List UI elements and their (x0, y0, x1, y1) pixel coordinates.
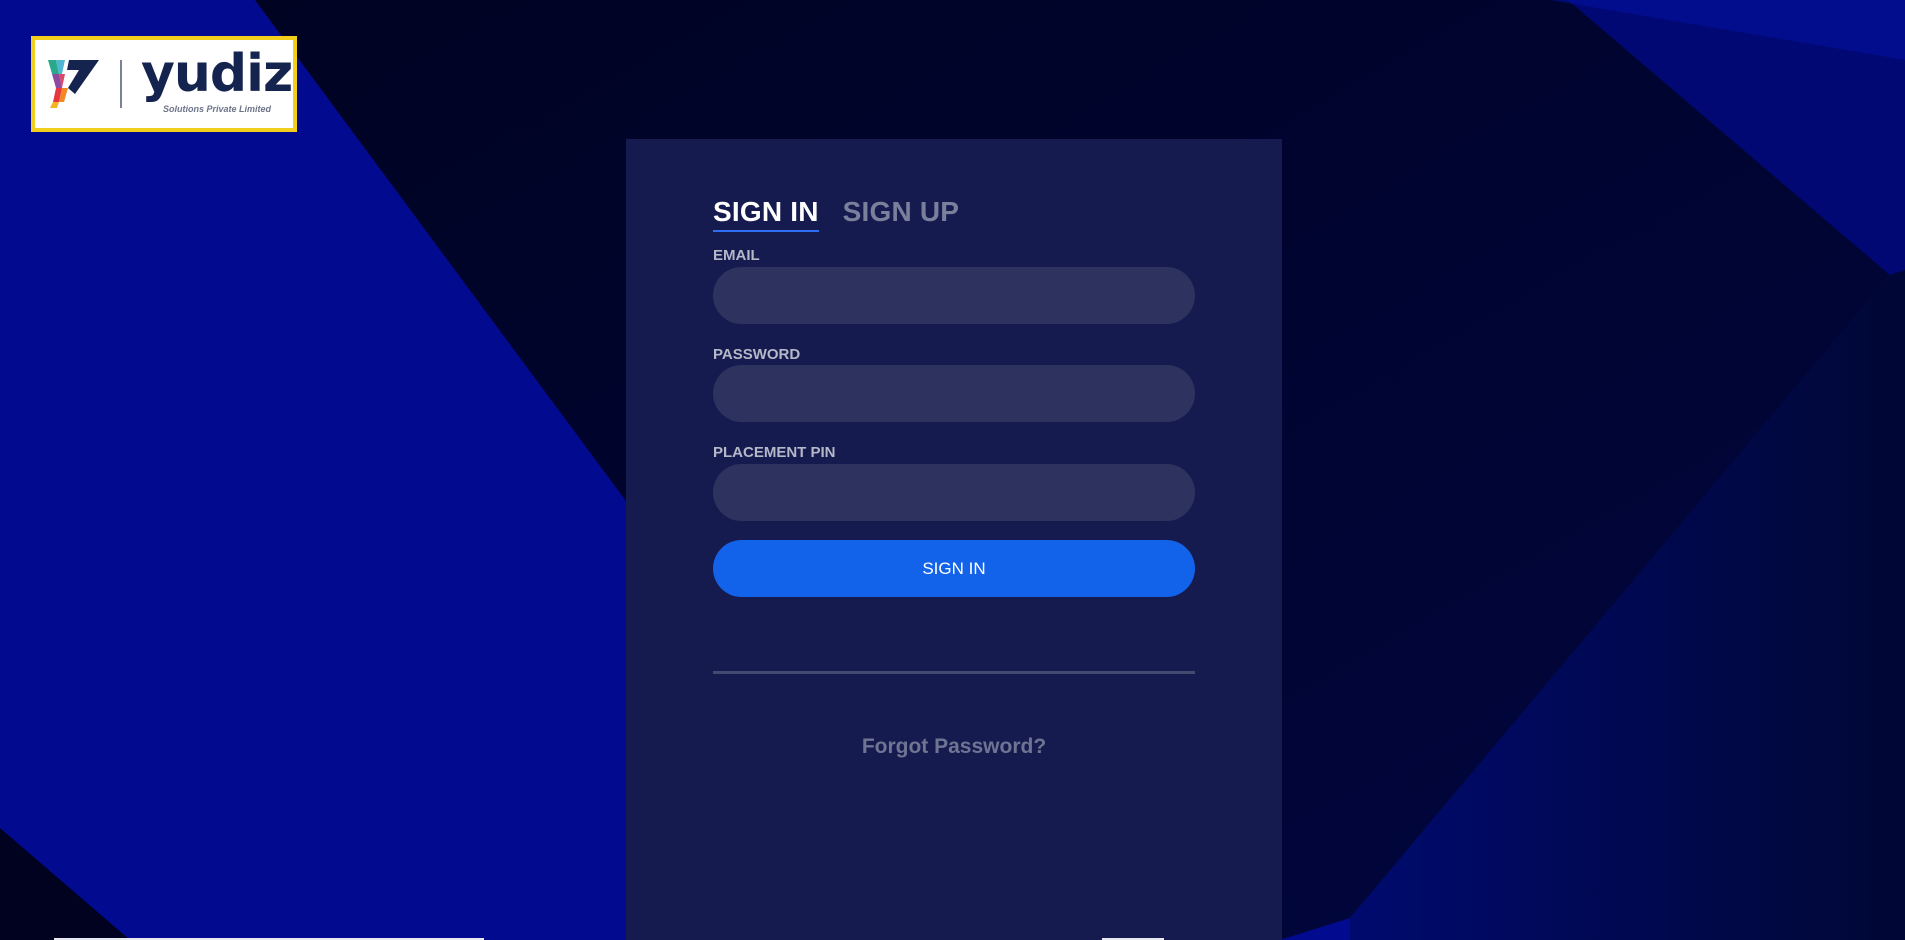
auth-tabs: SIGN IN SIGN UP (713, 194, 959, 232)
tab-sign-in[interactable]: SIGN IN (713, 194, 819, 232)
sign-in-button[interactable]: SIGN IN (713, 540, 1195, 597)
placement-pin-field[interactable] (713, 464, 1195, 521)
password-field[interactable] (713, 365, 1195, 422)
logo-wordmark: yudiz (141, 44, 293, 104)
logo-tagline: Solutions Private Limited (163, 104, 272, 114)
email-field[interactable] (713, 267, 1195, 324)
company-logo: yudiz Solutions Private Limited (31, 36, 297, 132)
forgot-password-link[interactable]: Forgot Password? (713, 735, 1195, 759)
password-label: PASSWORD (713, 346, 801, 363)
auth-card: SIGN IN SIGN UP EMAIL PASSWORD PLACEMENT… (626, 139, 1282, 940)
email-label: EMAIL (713, 247, 760, 264)
placement-pin-label: PLACEMENT PIN (713, 444, 836, 461)
login-page: yudiz Solutions Private Limited SIGN IN … (0, 0, 1905, 940)
yudiz-v-logo-icon (48, 60, 122, 108)
divider (713, 671, 1195, 674)
tab-sign-up[interactable]: SIGN UP (843, 194, 960, 232)
